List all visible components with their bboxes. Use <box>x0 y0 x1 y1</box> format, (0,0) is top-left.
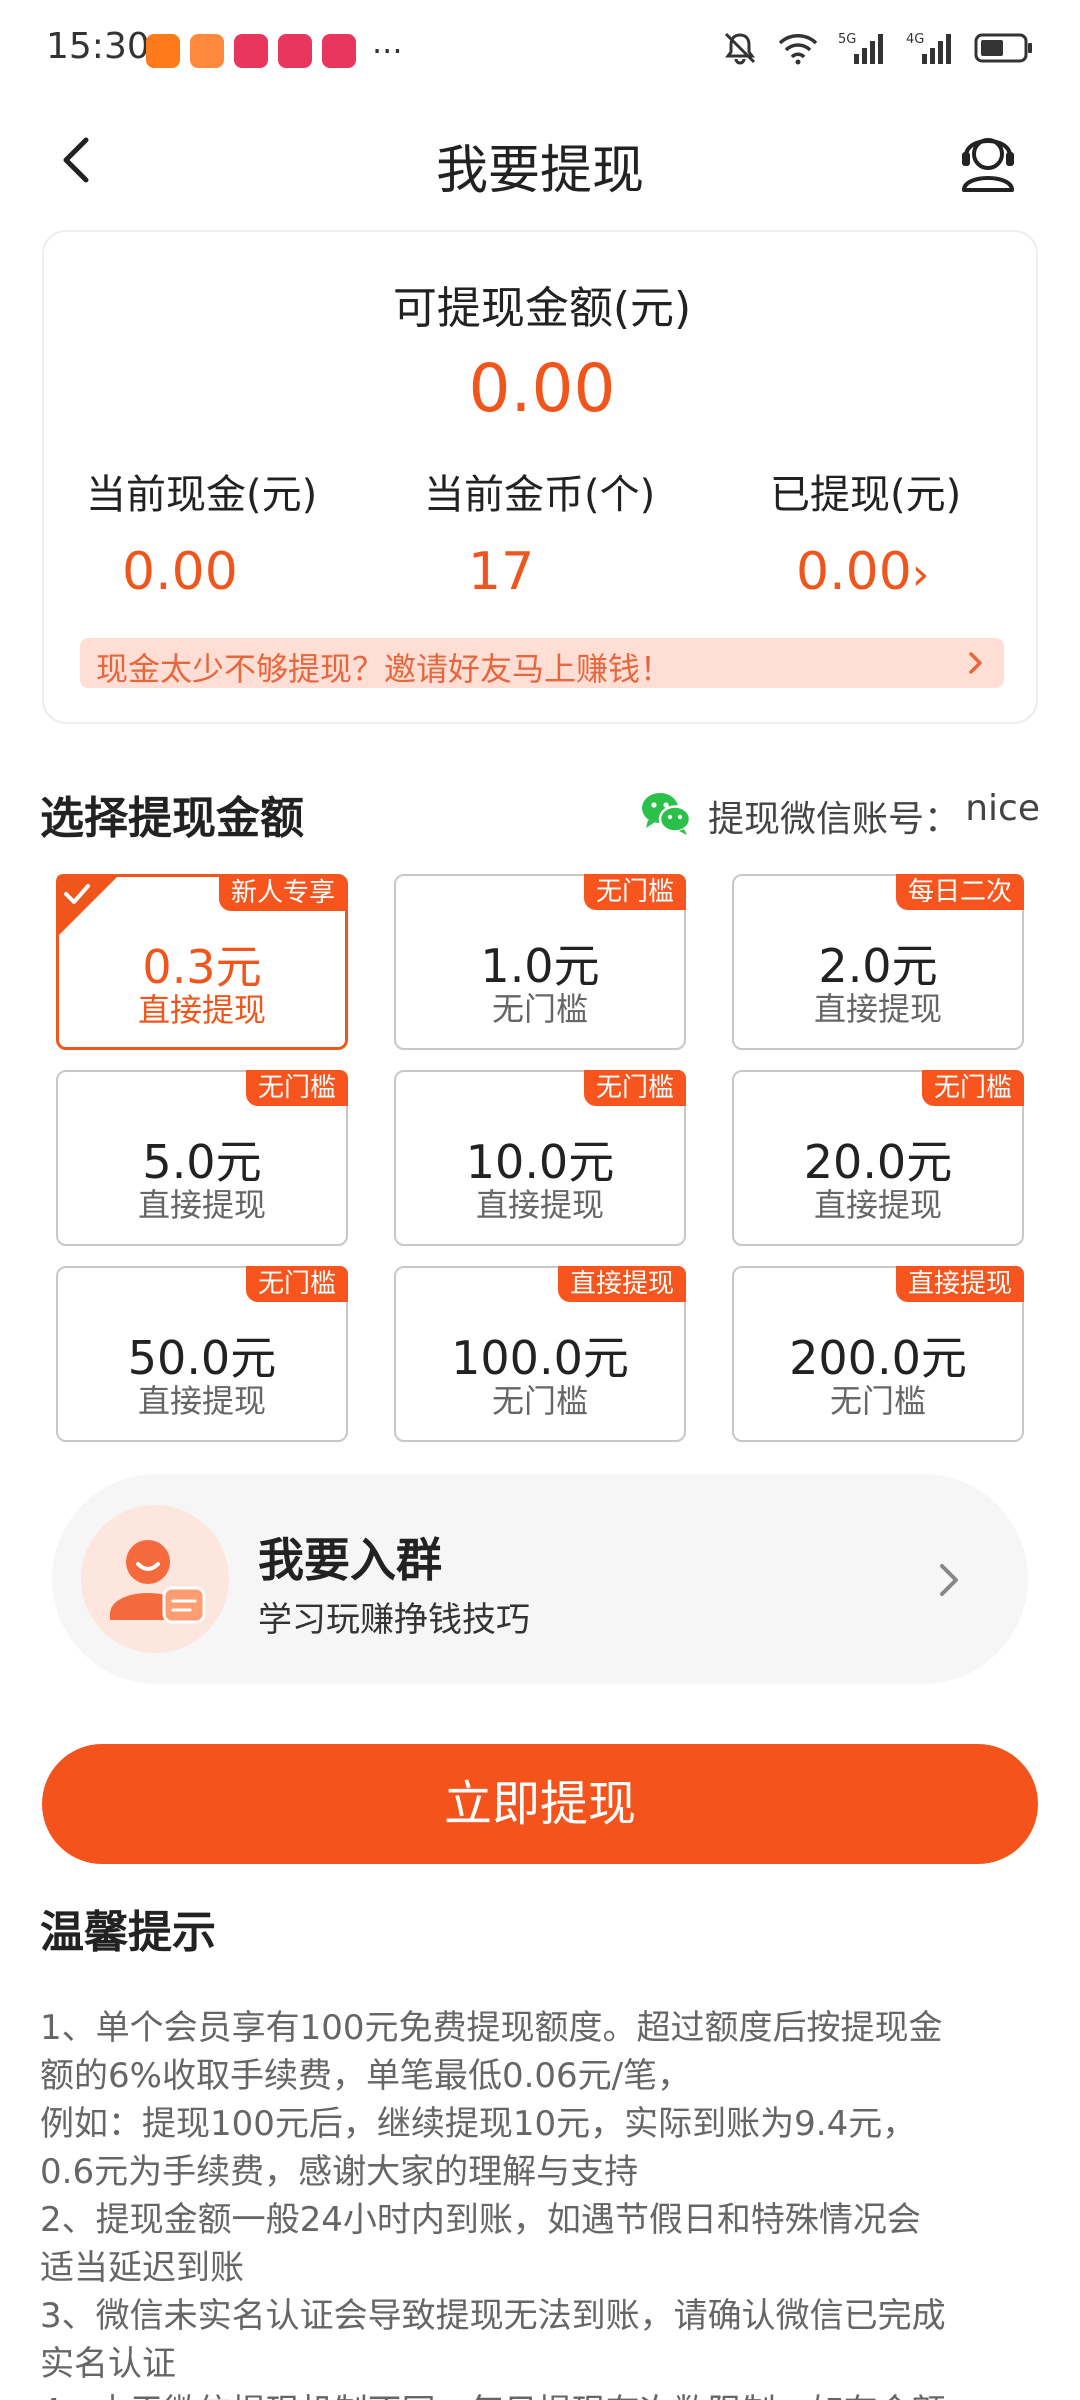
svg-text:5G: 5G <box>838 32 856 47</box>
wechat-account-label: 提现微信账号： <box>708 799 961 840</box>
app-header: 我要提现 <box>0 100 1080 220</box>
amount-option-20-0[interactable]: 无门槛 20.0元 直接提现 <box>732 1070 1024 1246</box>
chevron-right-icon <box>940 1564 958 1596</box>
tips-line: 实名认证 <box>40 2344 176 2384</box>
amount-condition: 无门槛 <box>491 990 588 1028</box>
amount-condition: 直接提现 <box>813 1186 942 1224</box>
tips-line: 0.6元为手续费，感谢大家的理解与支持 <box>40 2152 639 2192</box>
amount-badge: 无门槛 <box>583 874 686 910</box>
stat-value: 17 <box>468 542 535 602</box>
current-cash-stat: 当前现金(元) 0.00 <box>86 462 416 602</box>
customer-service-icon[interactable] <box>952 124 1024 196</box>
mute-bell-icon <box>724 32 756 65</box>
tips-line: 3、微信未实名认证会导致提现无法到账，请确认微信已完成 <box>40 2296 946 2336</box>
withdrawable-label: 可提现金额(元) <box>392 283 692 334</box>
amount-badge: 新人专享 <box>218 875 347 911</box>
tips-line: 2、提现金额一般24小时内到账，如遇节假日和特殊情况会 <box>40 2200 921 2240</box>
amount-option-50-0[interactable]: 无门槛 50.0元 直接提现 <box>56 1266 348 1442</box>
balance-card: 可提现金额(元) 0.00 当前现金(元) 0.00 当前金币(个) 17 已提… <box>42 230 1038 724</box>
app-notification-icon <box>322 34 356 68</box>
tips-line: 4、由于微信提现机制不同，每日提现有次数限制，如有金额 <box>40 2388 1040 2400</box>
amount-condition: 无门槛 <box>491 1382 588 1420</box>
tips-line: 额的6%收取手续费，单笔最低0.06元/笔， <box>40 2056 692 2096</box>
wifi-icon <box>778 34 818 65</box>
page-title: 我要提现 <box>435 141 644 201</box>
wechat-account-value: nice <box>965 788 1040 829</box>
more-notifications: ··· <box>372 32 403 70</box>
group-chat-icon <box>81 1505 229 1653</box>
system-icons: 5G 4G <box>722 30 1034 66</box>
notification-icons: ··· <box>146 34 403 68</box>
chevron-right-icon: › <box>911 549 930 600</box>
tips-body: 1、单个会员享有100元免费提现额度。超过额度后按提现金 额的6%收取手续费，单… <box>40 2004 1040 2400</box>
amount-option-10-0[interactable]: 无门槛 10.0元 直接提现 <box>394 1070 686 1246</box>
svg-text:4G: 4G <box>906 32 924 47</box>
stat-label: 当前现金(元) <box>86 472 318 518</box>
amount-option-100-0[interactable]: 直接提现 100.0元 无门槛 <box>394 1266 686 1442</box>
checkmark-corner-icon <box>56 874 120 938</box>
amount-badge: 直接提现 <box>895 1266 1024 1302</box>
current-coins-stat: 当前金币(个) 17 <box>424 462 754 602</box>
invite-banner[interactable]: 现金太少不够提现？邀请好友马上赚钱！ <box>80 638 1004 688</box>
amount-option-200-0[interactable]: 直接提现 200.0元 无门槛 <box>732 1266 1024 1442</box>
group-subtitle: 学习玩赚挣钱技巧 <box>258 1600 530 1640</box>
invite-text: 现金太少不够提现？邀请好友马上赚钱！ <box>96 650 673 688</box>
app-notification-icon <box>278 34 312 68</box>
amount-badge: 无门槛 <box>245 1070 348 1106</box>
amount-condition: 直接提现 <box>137 991 266 1029</box>
app-notification-icon <box>190 34 224 68</box>
stat-value: 0.00 <box>796 542 912 602</box>
amount-section-title: 选择提现金额 <box>40 793 304 844</box>
amount-option-2-0[interactable]: 每日二次 2.0元 直接提现 <box>732 874 1024 1050</box>
amount-condition: 直接提现 <box>813 990 942 1028</box>
amount-badge: 每日二次 <box>895 874 1024 910</box>
amount-badge: 无门槛 <box>245 1266 348 1302</box>
tips-title: 温馨提示 <box>40 1907 216 1958</box>
amount-option-5-0[interactable]: 无门槛 5.0元 直接提现 <box>56 1070 348 1246</box>
status-time: 15:30 <box>46 26 150 67</box>
withdrawable-amount: 0.00 <box>468 350 616 427</box>
tips-line: 1、单个会员享有100元免费提现额度。超过额度后按提现金 <box>40 2008 943 2048</box>
amount-condition: 直接提现 <box>137 1382 266 1420</box>
tips-line: 适当延迟到账 <box>40 2248 244 2288</box>
join-group-card[interactable]: 我要入群 学习玩赚挣钱技巧 <box>52 1474 1028 1684</box>
amount-condition: 直接提现 <box>137 1186 266 1224</box>
status-bar: 15:30 ··· 5G 4G <box>0 0 1080 100</box>
tips-line: 例如：提现100元后，继续提现10元，实际到账为9.4元， <box>40 2104 917 2144</box>
chevron-right-icon <box>969 652 982 674</box>
stat-label: 当前金币(个) <box>424 472 656 518</box>
app-notification-icon <box>234 34 268 68</box>
group-title: 我要入群 <box>258 1533 442 1587</box>
amount-option-0-3[interactable]: 新人专享 0.3元 直接提现 <box>56 874 348 1050</box>
amount-option-1-0[interactable]: 无门槛 1.0元 无门槛 <box>394 874 686 1050</box>
amount-badge: 无门槛 <box>921 1070 1024 1106</box>
battery-icon <box>974 33 1032 63</box>
amount-badge: 无门槛 <box>583 1070 686 1106</box>
app-notification-icon <box>146 34 180 68</box>
stat-value-row: 0.00› <box>770 542 1080 602</box>
stat-label: 已提现(元) <box>770 472 962 518</box>
wechat-icon <box>642 793 692 835</box>
amount-condition: 无门槛 <box>829 1382 926 1420</box>
signal-5g-icon: 5G <box>838 32 883 64</box>
withdraw-now-button[interactable]: 立即提现 <box>42 1744 1038 1864</box>
withdrawn-stat[interactable]: 已提现(元) 0.00› <box>770 462 1080 602</box>
amount-condition: 直接提现 <box>475 1186 604 1224</box>
signal-4g-icon: 4G <box>906 32 951 64</box>
amount-badge: 直接提现 <box>557 1266 686 1302</box>
stat-value: 0.00 <box>122 542 238 602</box>
